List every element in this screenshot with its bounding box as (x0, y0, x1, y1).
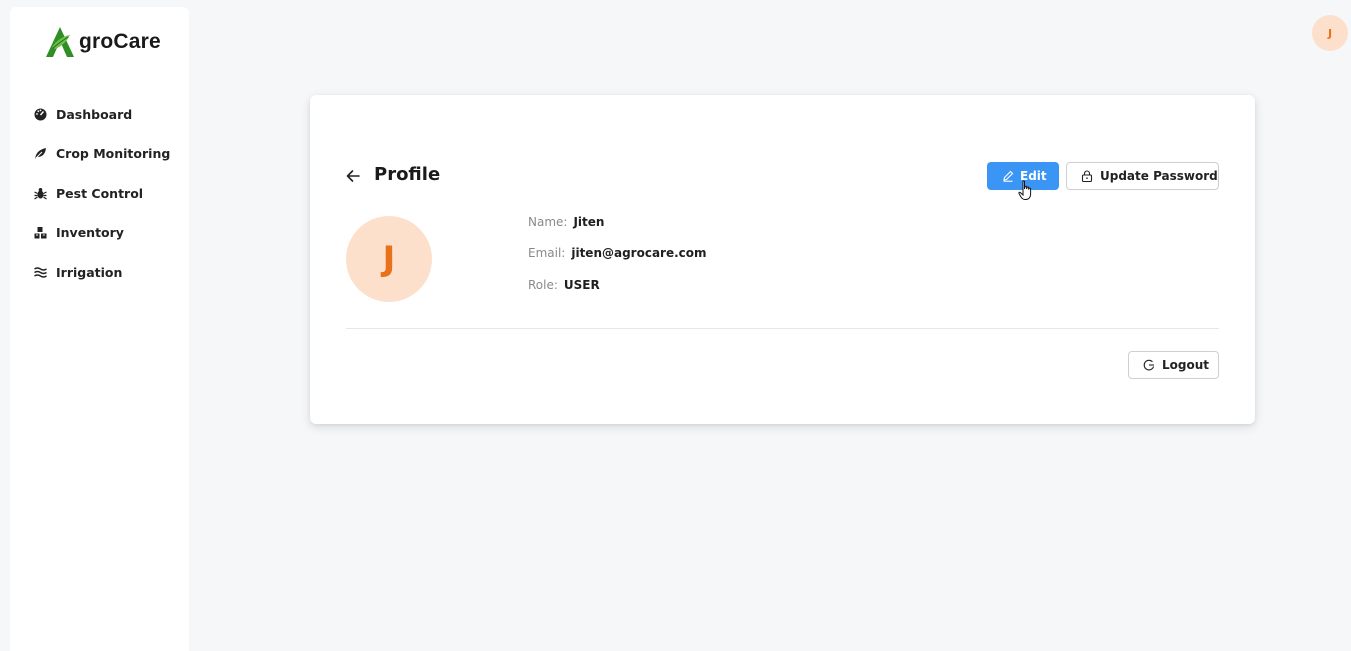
boxes-icon (34, 226, 47, 239)
logout-label: Logout (1162, 358, 1210, 372)
leaf-icon (34, 147, 47, 160)
sidebar: groCare Dashboard Crop Monitoring Pest C… (10, 7, 189, 651)
sidebar-item-label: Inventory (56, 225, 124, 240)
dashboard-gauge-icon (34, 108, 47, 121)
sidebar-item-label: Pest Control (56, 185, 144, 201)
sidebar-item-inventory[interactable]: Inventory (10, 221, 189, 245)
sidebar-item-pest-control[interactable]: Pest Control (10, 181, 189, 205)
role-label: Role: (528, 278, 558, 292)
hand-pointer-cursor-icon (1018, 180, 1036, 202)
sidebar-item-irrigation[interactable]: Irrigation (10, 260, 189, 284)
back-arrow-icon[interactable] (344, 167, 362, 185)
page-title: Profile (374, 164, 441, 185)
role-row: Role: USER (528, 278, 600, 292)
sidebar-item-label: Crop Monitoring (56, 146, 171, 161)
sidebar-item-dashboard[interactable]: Dashboard (10, 102, 189, 126)
name-value: Jiten (573, 215, 605, 229)
update-password-button[interactable]: Update Password (1066, 162, 1219, 190)
update-password-label: Update Password (1100, 169, 1218, 183)
sidebar-item-label: Dashboard (56, 106, 133, 122)
email-value: jiten@agrocare.com (571, 246, 707, 260)
email-label: Email: (528, 246, 566, 260)
divider (346, 328, 1219, 329)
email-row: Email: jiten@agrocare.com (528, 246, 707, 260)
sidebar-item-crop-monitoring[interactable]: Crop Monitoring (10, 142, 189, 166)
sidebar-nav: Dashboard Crop Monitoring Pest Control I… (10, 102, 189, 300)
app-logo[interactable]: groCare (43, 25, 161, 59)
logout-button[interactable]: Logout (1128, 351, 1219, 379)
lock-icon (1081, 170, 1093, 182)
water-waves-icon (34, 266, 47, 279)
bug-icon (34, 187, 47, 200)
leaf-A-logo-icon (43, 25, 77, 59)
profile-card: Profile Edit Update Password J Name: Jit… (310, 95, 1255, 424)
logout-power-icon (1143, 359, 1155, 371)
role-value: USER (563, 278, 600, 292)
edit-pencil-icon (1002, 170, 1014, 182)
profile-avatar: J (346, 216, 432, 302)
user-avatar-button[interactable]: J (1312, 15, 1348, 51)
logo-text: groCare (79, 30, 161, 53)
sidebar-item-label: Irrigation (56, 264, 123, 280)
name-row: Name: Jiten (528, 215, 604, 229)
name-label: Name: (528, 215, 568, 229)
